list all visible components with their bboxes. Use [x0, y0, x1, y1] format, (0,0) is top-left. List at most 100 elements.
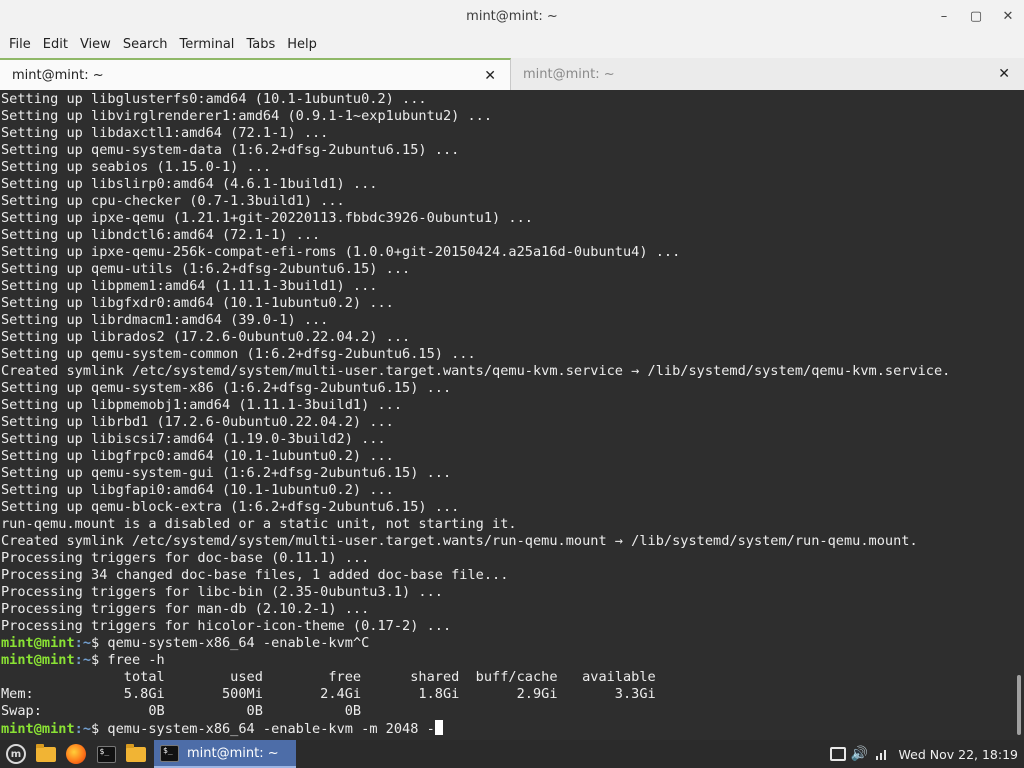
output-line: Setting up libslirp0:amd64 (4.6.1-1build… [1, 176, 378, 192]
network-icon [875, 750, 886, 760]
free-output-mem: Mem: 5.8Gi 500Mi 2.4Gi 1.8Gi 2.9Gi 3.3Gi [1, 686, 656, 702]
output-line: Setting up qemu-system-x86 (1:6.2+dfsg-2… [1, 380, 452, 396]
prompt-path: :~ [74, 721, 92, 737]
output-line: Setting up libiscsi7:amd64 (1.19.0-3buil… [1, 431, 386, 447]
output-line: Setting up qemu-system-data (1:6.2+dfsg-… [1, 142, 460, 158]
menu-search[interactable]: Search [117, 32, 174, 58]
prompt-path: :~ [74, 635, 92, 651]
clock[interactable]: Wed Nov 22, 18:19 [893, 747, 1024, 762]
prompt-symbol: $ [91, 652, 108, 668]
volume-button[interactable]: 🔊 [849, 740, 871, 768]
command-text: qemu-system-x86_64 -enable-kvm^C [107, 635, 370, 651]
terminal-launcher[interactable]: $_ [92, 740, 120, 768]
output-line: Setting up libdaxctl1:amd64 (72.1-1) ... [1, 125, 329, 141]
maximize-icon: ▢ [969, 8, 983, 24]
taskbar: m $_ $_ mint@mint: ~ 🔊 Wed Nov 22, 18:19 [0, 740, 1024, 768]
free-output-header: total used free shared buff/cache availa… [1, 669, 656, 685]
output-line: Setting up libgfapi0:amd64 (10.1-1ubuntu… [1, 482, 394, 498]
volume-icon: 🔊 [850, 746, 869, 762]
terminal-icon: $_ [96, 745, 116, 763]
output-line: Setting up qemu-system-gui (1:6.2+dfsg-2… [1, 465, 452, 481]
output-line: Setting up libpmem1:amd64 (1.11.1-3build… [1, 278, 378, 294]
terminal-output: Setting up libglusterfs0:amd64 (10.1-1ub… [0, 90, 1014, 737]
output-line: Setting up libndctl6:amd64 (72.1-1) ... [1, 227, 321, 243]
desktop-folder-icon [36, 743, 56, 762]
minimize-icon: – [940, 8, 948, 24]
tab-terminal-2[interactable]: mint@mint: ~ ✕ [511, 58, 1024, 90]
prompt-path: :~ [74, 652, 92, 668]
output-line: Setting up ipxe-qemu-256k-compat-efi-rom… [1, 244, 681, 260]
output-line: Setting up qemu-system-common (1:6.2+dfs… [1, 346, 476, 362]
prompt-line: mint@mint:~$ free -h [1, 652, 1014, 669]
output-line: Processing triggers for hicolor-icon-the… [1, 618, 452, 634]
window-titlebar[interactable]: mint@mint: ~ – ▢ ✕ [0, 0, 1024, 32]
tab-terminal-1[interactable]: mint@mint: ~ ✕ [0, 58, 511, 90]
tab-label: mint@mint: ~ [523, 66, 615, 82]
prompt-user: mint@mint [1, 721, 75, 737]
firefox-launcher[interactable] [62, 740, 90, 768]
menu-tabs[interactable]: Tabs [240, 32, 281, 58]
active-prompt-line[interactable]: mint@mint:~$ qemu-system-x86_64 -enable-… [1, 720, 1014, 737]
taskbar-window-label: mint@mint: ~ [187, 745, 279, 761]
prompt-user: mint@mint [1, 652, 75, 668]
menu-help[interactable]: Help [281, 32, 323, 58]
terminal-icon: $_ [160, 744, 179, 762]
terminal-scrollbar[interactable] [1014, 90, 1024, 740]
window-controls: – ▢ ✕ [928, 0, 1024, 32]
minimize-button[interactable]: – [928, 0, 960, 32]
output-line: run-qemu.mount is a disabled or a static… [1, 516, 517, 532]
menu-edit[interactable]: Edit [37, 32, 74, 58]
system-tray: 🔊 Wed Nov 22, 18:19 [827, 740, 1024, 768]
notifications-icon [829, 747, 846, 761]
output-line: Processing triggers for man-db (2.10.2-1… [1, 601, 370, 617]
output-line: Setting up libpmemobj1:amd64 (1.11.1-3bu… [1, 397, 403, 413]
files-launcher[interactable] [122, 740, 150, 768]
prompt-symbol: $ [91, 635, 108, 651]
prompt-user: mint@mint [1, 635, 75, 651]
menu-terminal[interactable]: Terminal [173, 32, 240, 58]
mint-menu-button[interactable]: m [2, 740, 30, 768]
maximize-button[interactable]: ▢ [960, 0, 992, 32]
output-line: Setting up libgfrpc0:amd64 (10.1-1ubuntu… [1, 448, 394, 464]
output-line: Setting up libglusterfs0:amd64 (10.1-1ub… [1, 91, 427, 107]
network-button[interactable] [871, 740, 893, 768]
tab-label: mint@mint: ~ [12, 67, 104, 83]
window-title: mint@mint: ~ [466, 8, 558, 24]
output-line: Setting up librdmacm1:amd64 (39.0-1) ... [1, 312, 329, 328]
folder-icon [126, 743, 146, 762]
output-line: Setting up ipxe-qemu (1.21.1+git-2022011… [1, 210, 533, 226]
output-line: Setting up seabios (1.15.0-1) ... [1, 159, 272, 175]
output-line: Setting up cpu-checker (0.7-1.3build1) .… [1, 193, 345, 209]
menu-view[interactable]: View [74, 32, 117, 58]
show-desktop-button[interactable] [32, 740, 60, 768]
output-line: Setting up qemu-block-extra (1:6.2+dfsg-… [1, 499, 460, 515]
text-cursor [434, 720, 443, 735]
output-line: Setting up librbd1 (17.2.6-0ubuntu0.22.0… [1, 414, 394, 430]
command-input[interactable]: qemu-system-x86_64 -enable-kvm -m 2048 - [107, 721, 434, 737]
menu-file[interactable]: File [3, 32, 37, 58]
tab-close-icon[interactable]: ✕ [998, 66, 1010, 82]
mint-menu-icon: m [6, 744, 26, 764]
tab-close-icon[interactable]: ✕ [484, 68, 496, 84]
tray-notifications-button[interactable] [827, 740, 849, 768]
output-line: Setting up libvirglrenderer1:amd64 (0.9.… [1, 108, 493, 124]
prompt-line: mint@mint:~$ qemu-system-x86_64 -enable-… [1, 635, 1014, 652]
free-output-swap: Swap: 0B 0B 0B [1, 703, 362, 719]
output-line: Created symlink /etc/systemd/system/mult… [1, 533, 918, 549]
prompt-symbol: $ [91, 721, 108, 737]
output-line: Processing triggers for doc-base (0.11.1… [1, 550, 370, 566]
close-icon: ✕ [1002, 8, 1014, 24]
scrollbar-thumb[interactable] [1017, 675, 1021, 735]
output-line: Setting up libgfxdr0:amd64 (10.1-1ubuntu… [1, 295, 394, 311]
terminal-view[interactable]: Setting up libglusterfs0:amd64 (10.1-1ub… [0, 90, 1014, 740]
output-line: Created symlink /etc/systemd/system/mult… [1, 363, 951, 379]
close-button[interactable]: ✕ [992, 0, 1024, 32]
output-line: Processing triggers for libc-bin (2.35-0… [1, 584, 443, 600]
firefox-icon [66, 744, 86, 764]
output-line: Setting up qemu-utils (1:6.2+dfsg-2ubunt… [1, 261, 411, 277]
taskbar-window-terminal[interactable]: $_ mint@mint: ~ [154, 740, 296, 768]
tab-bar: mint@mint: ~ ✕ mint@mint: ~ ✕ [0, 58, 1024, 90]
command-text: free -h [107, 652, 165, 668]
menu-bar: File Edit View Search Terminal Tabs Help [0, 32, 1024, 58]
output-line: Setting up librados2 (17.2.6-0ubuntu0.22… [1, 329, 411, 345]
